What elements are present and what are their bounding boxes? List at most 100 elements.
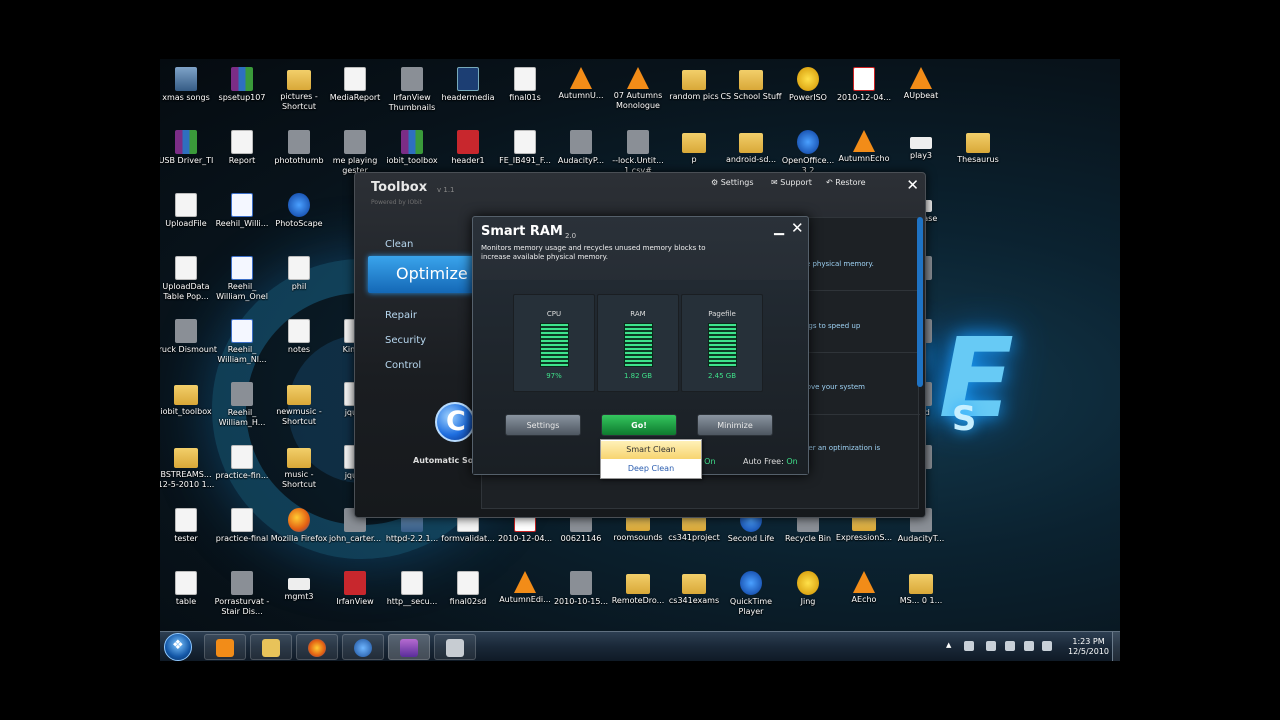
- desktop-icon[interactable]: http__secu...: [380, 566, 444, 626]
- toolbox-close-icon[interactable]: ✕: [906, 176, 919, 194]
- nav-clean[interactable]: Clean: [385, 239, 413, 250]
- desktop-icon[interactable]: Reehil_ William_Onel: [210, 251, 274, 311]
- desktop-icon[interactable]: headermedia: [436, 62, 500, 122]
- toolbox-restore-link[interactable]: ↶ Restore: [826, 178, 866, 187]
- audacity-icon: [570, 130, 592, 154]
- toolbox-support-link[interactable]: ✉ Support: [771, 178, 812, 187]
- auto-free-value[interactable]: On: [786, 457, 797, 466]
- desktop-icon[interactable]: 2010-10-15...: [549, 566, 613, 626]
- desktop-icon[interactable]: final01s: [493, 62, 557, 122]
- desktop-icon[interactable]: PhotoScape: [267, 188, 331, 248]
- desktop-icon[interactable]: phil: [267, 251, 331, 311]
- desktop-icon-label: roomsounds: [613, 533, 663, 542]
- desktop-icon[interactable]: AutumnEdi...: [493, 566, 557, 626]
- desktop-icon[interactable]: 07 Autumns Monologue: [606, 62, 670, 122]
- taskbar-app[interactable]: [388, 634, 430, 660]
- minimize-icon[interactable]: ▁: [774, 221, 784, 236]
- nav-repair[interactable]: Repair: [385, 310, 417, 321]
- nav-control[interactable]: Control: [385, 360, 421, 371]
- document-icon: [514, 67, 536, 91]
- desktop-icon[interactable]: Reehil_ William_H...: [210, 377, 274, 437]
- desktop-icon[interactable]: MS... 0 1...: [889, 566, 953, 626]
- tray-volume-icon[interactable]: [1042, 641, 1052, 651]
- desktop-icon[interactable]: random pics: [662, 62, 726, 122]
- desktop-icon[interactable]: practice-final: [210, 503, 274, 563]
- minimize-button[interactable]: Minimize: [697, 414, 773, 436]
- nav-security[interactable]: Security: [385, 335, 426, 346]
- settings-button[interactable]: Settings: [505, 414, 581, 436]
- desktop-icon[interactable]: pictures - Shortcut: [267, 62, 331, 122]
- show-desktop-button[interactable]: [1112, 632, 1120, 661]
- desktop-icon-label: httpd-2.2.1...: [385, 534, 439, 543]
- desktop-icon[interactable]: spsetup107: [210, 62, 274, 122]
- desktop-icon[interactable]: IrfanView: [323, 566, 387, 626]
- word-icon: [231, 319, 253, 343]
- desktop-icon[interactable]: MediaReport: [323, 62, 387, 122]
- desktop-icon[interactable]: cs341exams: [662, 566, 726, 626]
- desktop-icon[interactable]: AUpbeat: [889, 62, 953, 122]
- taskbar-vlc[interactable]: [204, 634, 246, 660]
- hint-text-1: le physical memory.: [804, 260, 874, 268]
- auto-free-label: Auto Free:: [743, 457, 784, 466]
- desktop-icon-label: john_carter...: [328, 534, 382, 543]
- pagefile-meter-bar: [708, 323, 737, 367]
- file-icon: [627, 130, 649, 154]
- desktop-icon[interactable]: photothumb: [267, 125, 331, 185]
- taskbar-firefox[interactable]: [296, 634, 338, 660]
- desktop-icon[interactable]: AutumnU...: [549, 62, 613, 122]
- tray-overflow-icon[interactable]: ▲: [946, 641, 951, 649]
- desktop-icon[interactable]: QuickTime Player: [719, 566, 783, 626]
- desktop-icon-label: 2010-10-15...: [553, 597, 609, 606]
- folder-icon: [682, 133, 706, 153]
- desktop-icon[interactable]: Porrasturvat - Stair Dis...: [210, 566, 274, 626]
- clock-time: 1:23 PM: [1072, 637, 1105, 646]
- desktop-icon-label: AudacityP...: [557, 156, 605, 165]
- taskbar-explorer[interactable]: [250, 634, 292, 660]
- desktop-icon-label: 2010-12-04...: [836, 93, 892, 102]
- desktop-icon[interactable]: practice-fin...: [210, 440, 274, 500]
- menu-item-smart-clean[interactable]: Smart Clean: [601, 441, 701, 459]
- desktop-icon[interactable]: Report: [210, 125, 274, 185]
- desktop-icon[interactable]: newmusic - Shortcut: [267, 377, 331, 437]
- toolbox-scrollbar[interactable]: [917, 217, 923, 387]
- toolbox-settings-link[interactable]: ⚙ Settings: [711, 178, 754, 187]
- tray-network-icon[interactable]: [964, 641, 974, 651]
- document-icon: [231, 445, 253, 469]
- desktop-icon-label: PowerISO: [789, 93, 827, 102]
- image-icon: [570, 571, 592, 595]
- menu-item-deep-clean[interactable]: Deep Clean: [601, 460, 701, 478]
- tray-app-icon[interactable]: [986, 641, 996, 651]
- document-icon: [175, 193, 197, 217]
- desktop-icon[interactable]: Jing: [776, 566, 840, 626]
- desktop-icon[interactable]: music - Shortcut: [267, 440, 331, 500]
- desktop-icon[interactable]: mgmt3: [267, 566, 331, 626]
- tray-signal-icon[interactable]: [1024, 641, 1034, 651]
- tray-clock[interactable]: 1:23 PM 12/5/2010: [1068, 637, 1109, 657]
- desktop-icon-label: IrfanView: [336, 597, 374, 606]
- desktop-icon[interactable]: Thesaurus: [946, 125, 1010, 185]
- taskbar-thunderbird[interactable]: [342, 634, 384, 660]
- desktop-icon-label: FE_IB491_F...: [499, 156, 551, 165]
- tray-device-icon[interactable]: [1005, 641, 1015, 651]
- desktop-icon[interactable]: Reehil_Willi...: [210, 188, 274, 248]
- taskbar-drive[interactable]: [434, 634, 476, 660]
- start-button[interactable]: ❖: [164, 633, 192, 661]
- desktop-icon[interactable]: IrfanView Thumbnails: [380, 62, 444, 122]
- app-icon: [400, 639, 418, 657]
- desktop-icon[interactable]: 2010-12-04...: [832, 62, 896, 122]
- desktop-icon[interactable]: Mozilla Firefox: [267, 503, 331, 563]
- desktop-icon-label: header1: [451, 156, 485, 165]
- close-icon[interactable]: ✕: [791, 219, 804, 237]
- desktop-icon[interactable]: AEcho: [832, 566, 896, 626]
- desktop-icon[interactable]: final02sd: [436, 566, 500, 626]
- desktop-icon[interactable]: CS School Stuff: [719, 62, 783, 122]
- desktop-icon-label: PhotoScape: [275, 219, 323, 228]
- desktop-icon[interactable]: RemoteDro...: [606, 566, 670, 626]
- desktop-icon[interactable]: notes: [267, 314, 331, 374]
- nav-optimize[interactable]: Optimize: [368, 256, 474, 293]
- desktop-icon[interactable]: Reehil_ William_Nl...: [210, 314, 274, 374]
- desktop-icon[interactable]: PowerISO: [776, 62, 840, 122]
- desktop-icon-label: mgmt3: [284, 592, 314, 601]
- document-icon: [514, 130, 536, 154]
- go-button[interactable]: Go!: [601, 414, 677, 436]
